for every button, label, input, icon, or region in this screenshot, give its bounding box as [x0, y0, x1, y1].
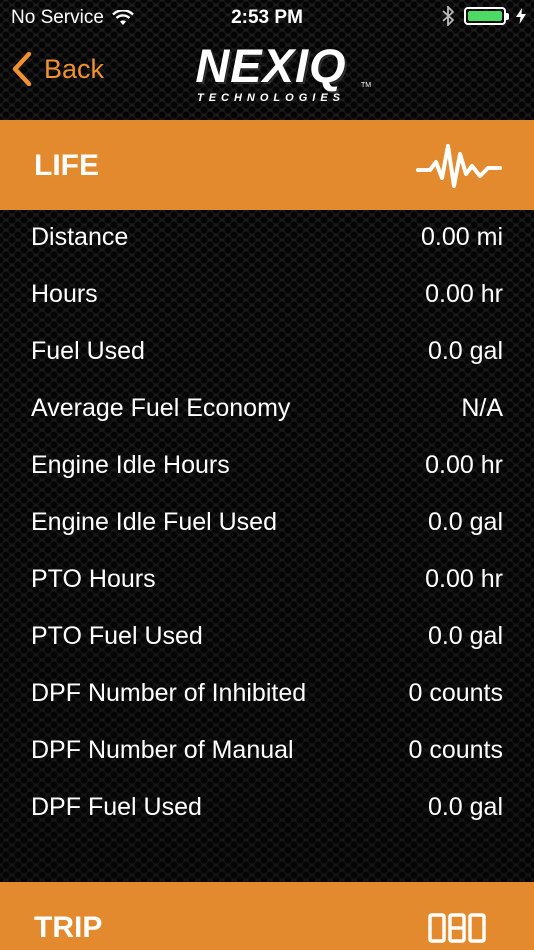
row-value: 0.0 gal [427, 337, 503, 365]
row-label: Distance [31, 223, 129, 251]
back-label: Back [44, 53, 105, 84]
list-item-engine-idle-hours: Engine Idle Hours 0.00 hr [0, 438, 534, 495]
pulse-waveform-icon [416, 144, 502, 188]
logo-trademark: TM [361, 82, 372, 89]
row-label: PTO Hours [31, 565, 156, 593]
row-label: DPF Number of Manual [31, 736, 294, 764]
battery-level [468, 11, 502, 21]
row-label: Engine Idle Hours [31, 451, 230, 479]
life-data-list: Distance 0.00 mi Hours 0.00 hr Fuel Used… [0, 210, 534, 837]
row-value: 0 counts [408, 736, 503, 764]
charging-bolt-icon [516, 8, 526, 24]
row-label: Average Fuel Economy [31, 394, 291, 422]
life-section-title: LIFE [34, 149, 99, 182]
logo-subtitle: TECHNOLOGIES [196, 92, 345, 104]
navigation-bar: Back NEXIQ TECHNOLOGIES TM [0, 36, 534, 120]
row-value: 0.00 hr [425, 565, 503, 593]
list-item-pto-hours: PTO Hours 0.00 hr [0, 552, 534, 609]
row-label: DPF Fuel Used [31, 793, 202, 821]
status-bar: No Service 2:53 PM [0, 0, 534, 36]
row-value: 0 counts [408, 679, 503, 707]
chevron-left-icon [12, 52, 32, 86]
battery-tip [506, 13, 509, 20]
list-item-dpf-number-of-manual: DPF Number of Manual 0 counts [0, 723, 534, 780]
row-value: 0.0 gal [427, 793, 503, 821]
nexiq-logo: NEXIQ TECHNOLOGIES TM [178, 38, 378, 110]
life-section-header[interactable]: LIFE [0, 120, 534, 210]
bluetooth-icon [442, 6, 454, 26]
list-item-dpf-fuel-used: DPF Fuel Used 0.0 gal [0, 780, 534, 837]
row-label: PTO Fuel Used [31, 622, 203, 650]
trip-section-title: TRIP [34, 911, 103, 944]
row-value: 0.00 hr [425, 451, 503, 479]
status-right-cluster [442, 6, 526, 26]
list-item-dpf-number-of-inhibited: DPF Number of Inhibited 0 counts [0, 666, 534, 723]
row-label: Hours [31, 280, 98, 308]
row-value: 0.00 mi [421, 223, 503, 251]
row-value: 0.0 gal [427, 622, 503, 650]
row-label: Fuel Used [31, 337, 145, 365]
list-item-engine-idle-fuel-used: Engine Idle Fuel Used 0.0 gal [0, 495, 534, 552]
logo-wordmark: NEXIQ [195, 39, 347, 92]
row-value: 0.00 hr [425, 280, 503, 308]
list-item-pto-fuel-used: PTO Fuel Used 0.0 gal [0, 609, 534, 666]
trip-section-header[interactable]: TRIP [0, 882, 534, 950]
row-label: DPF Number of Inhibited [31, 679, 307, 707]
row-value: 0.0 gal [427, 508, 503, 536]
row-label: Engine Idle Fuel Used [31, 508, 277, 536]
back-button[interactable]: Back [12, 52, 104, 86]
battery-icon [464, 7, 509, 25]
trip-odometer-icon [428, 913, 486, 943]
list-item-distance: Distance 0.00 mi [0, 210, 534, 267]
row-value: N/A [461, 394, 503, 422]
list-item-fuel-used: Fuel Used 0.0 gal [0, 324, 534, 381]
list-item-average-fuel-economy: Average Fuel Economy N/A [0, 381, 534, 438]
list-item-hours: Hours 0.00 hr [0, 267, 534, 324]
